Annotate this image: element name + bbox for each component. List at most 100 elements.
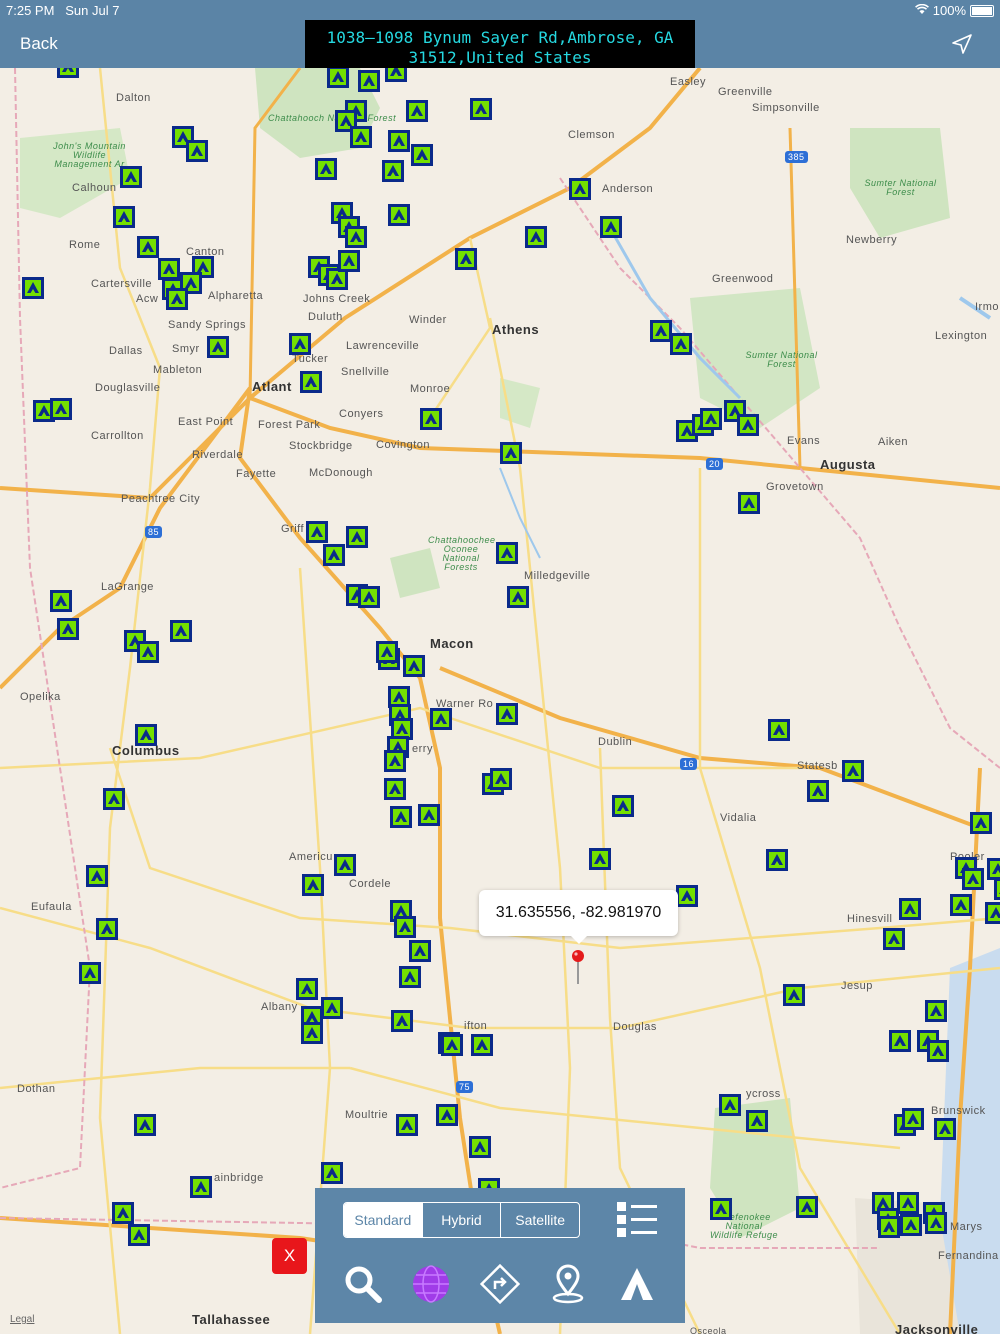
campground-marker-icon[interactable]: [902, 1108, 924, 1130]
close-button[interactable]: X: [272, 1238, 307, 1274]
campground-marker-icon[interactable]: [390, 806, 412, 828]
map-type-hybrid[interactable]: Hybrid: [423, 1203, 502, 1237]
campground-marker-icon[interactable]: [186, 140, 208, 162]
campground-marker-icon[interactable]: [22, 277, 44, 299]
campground-marker-icon[interactable]: [323, 544, 345, 566]
campground-marker-icon[interactable]: [112, 1202, 134, 1224]
campground-marker-icon[interactable]: [420, 408, 442, 430]
campground-marker-icon[interactable]: [315, 158, 337, 180]
location-pin-icon[interactable]: [571, 950, 585, 986]
campground-marker-icon[interactable]: [676, 885, 698, 907]
campground-marker-icon[interactable]: [302, 874, 324, 896]
campground-marker-icon[interactable]: [985, 902, 1000, 924]
campground-marker-icon[interactable]: [441, 1034, 463, 1056]
campground-marker-icon[interactable]: [321, 1162, 343, 1184]
directions-icon[interactable]: [480, 1264, 520, 1304]
campground-marker-icon[interactable]: [889, 1030, 911, 1052]
campground-marker-icon[interactable]: [934, 1118, 956, 1140]
campground-marker-icon[interactable]: [135, 724, 157, 746]
campground-marker-icon[interactable]: [418, 804, 440, 826]
tent-icon[interactable]: [617, 1264, 657, 1304]
campground-marker-icon[interactable]: [300, 371, 322, 393]
campground-marker-icon[interactable]: [970, 812, 992, 834]
campground-marker-icon[interactable]: [137, 641, 159, 663]
campground-marker-icon[interactable]: [301, 1022, 323, 1044]
campground-marker-icon[interactable]: [86, 865, 108, 887]
campground-marker-icon[interactable]: [120, 166, 142, 188]
campground-marker-icon[interactable]: [306, 521, 328, 543]
campground-marker-icon[interactable]: [436, 1104, 458, 1126]
campground-marker-icon[interactable]: [358, 70, 380, 92]
campground-marker-icon[interactable]: [927, 1040, 949, 1062]
campground-marker-icon[interactable]: [190, 1176, 212, 1198]
campground-marker-icon[interactable]: [783, 984, 805, 1006]
pin-icon[interactable]: [548, 1264, 588, 1304]
campground-marker-icon[interactable]: [57, 618, 79, 640]
campground-marker-icon[interactable]: [807, 780, 829, 802]
map-view[interactable]: 385 85 20 16 75 Dalton Greenville Easley…: [0, 68, 1000, 1334]
campground-marker-icon[interactable]: [897, 1192, 919, 1214]
campground-marker-icon[interactable]: [737, 414, 759, 436]
campground-marker-icon[interactable]: [376, 641, 398, 663]
campground-marker-icon[interactable]: [994, 878, 1000, 900]
campground-marker-icon[interactable]: [394, 916, 416, 938]
campground-marker-icon[interactable]: [900, 1214, 922, 1236]
campground-marker-icon[interactable]: [796, 1196, 818, 1218]
campground-marker-icon[interactable]: [650, 320, 672, 342]
map-type-standard[interactable]: Standard: [344, 1203, 423, 1237]
campground-marker-icon[interactable]: [289, 333, 311, 355]
campground-marker-icon[interactable]: [79, 962, 101, 984]
campground-marker-icon[interactable]: [409, 940, 431, 962]
campground-marker-icon[interactable]: [166, 288, 188, 310]
campground-marker-icon[interactable]: [321, 997, 343, 1019]
campground-marker-icon[interactable]: [406, 100, 428, 122]
campground-marker-icon[interactable]: [768, 719, 790, 741]
campground-marker-icon[interactable]: [525, 226, 547, 248]
campground-marker-icon[interactable]: [113, 206, 135, 228]
legal-link[interactable]: Legal: [10, 1314, 34, 1325]
campground-marker-icon[interactable]: [137, 236, 159, 258]
campground-marker-icon[interactable]: [391, 1010, 413, 1032]
campground-marker-icon[interactable]: [507, 586, 529, 608]
campground-marker-icon[interactable]: [470, 98, 492, 120]
campground-marker-icon[interactable]: [471, 1034, 493, 1056]
campground-marker-icon[interactable]: [600, 216, 622, 238]
campground-marker-icon[interactable]: [385, 68, 407, 82]
campground-marker-icon[interactable]: [842, 760, 864, 782]
campground-marker-icon[interactable]: [490, 768, 512, 790]
campground-marker-icon[interactable]: [103, 788, 125, 810]
campground-marker-icon[interactable]: [962, 868, 984, 890]
map-type-satellite[interactable]: Satellite: [501, 1203, 579, 1237]
list-icon[interactable]: [617, 1202, 657, 1238]
campground-marker-icon[interactable]: [738, 492, 760, 514]
campground-marker-icon[interactable]: [296, 978, 318, 1000]
campground-marker-icon[interactable]: [327, 68, 349, 88]
campground-marker-icon[interactable]: [766, 849, 788, 871]
campground-marker-icon[interactable]: [358, 586, 380, 608]
campground-marker-icon[interactable]: [346, 526, 368, 548]
campground-marker-icon[interactable]: [134, 1114, 156, 1136]
location-arrow-icon[interactable]: [950, 32, 974, 56]
campground-marker-icon[interactable]: [710, 1198, 732, 1220]
campground-marker-icon[interactable]: [700, 408, 722, 430]
campground-marker-icon[interactable]: [350, 126, 372, 148]
campground-marker-icon[interactable]: [925, 1212, 947, 1234]
campground-marker-icon[interactable]: [399, 966, 421, 988]
campground-marker-icon[interactable]: [719, 1094, 741, 1116]
campground-marker-icon[interactable]: [883, 928, 905, 950]
campground-marker-icon[interactable]: [746, 1110, 768, 1132]
campground-marker-icon[interactable]: [925, 1000, 947, 1022]
campground-marker-icon[interactable]: [403, 655, 425, 677]
campground-marker-icon[interactable]: [496, 703, 518, 725]
campground-marker-icon[interactable]: [382, 160, 404, 182]
campground-marker-icon[interactable]: [50, 590, 72, 612]
campground-marker-icon[interactable]: [496, 542, 518, 564]
campground-marker-icon[interactable]: [338, 250, 360, 272]
campground-marker-icon[interactable]: [396, 1114, 418, 1136]
campground-marker-icon[interactable]: [469, 1136, 491, 1158]
campground-marker-icon[interactable]: [569, 178, 591, 200]
campground-marker-icon[interactable]: [589, 848, 611, 870]
campground-marker-icon[interactable]: [158, 258, 180, 280]
campground-marker-icon[interactable]: [987, 858, 1000, 880]
campground-marker-icon[interactable]: [455, 248, 477, 270]
